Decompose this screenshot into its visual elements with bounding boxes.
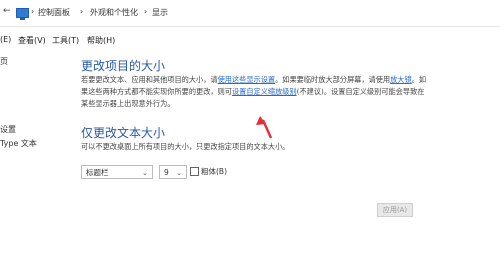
annotation-arrow-icon	[256, 116, 273, 139]
size-dropdown[interactable]: 9 ⌄	[159, 165, 187, 179]
monitor-icon	[16, 8, 29, 20]
breadcrumb-sep: ›	[144, 7, 148, 16]
apply-button[interactable]: 应用(A)	[377, 203, 413, 217]
breadcrumb-appearance[interactable]: 外观和个性化	[90, 7, 138, 18]
item-dropdown-value: 标题栏	[86, 168, 109, 177]
breadcrumb-control-panel[interactable]: 控制面板	[38, 7, 70, 18]
desc-text: 若要更改文本、应用和其他项目的大小，请	[81, 75, 218, 84]
section-description: 若要更改文本、应用和其他项目的大小，请使用这些显示设置。如果要临时放大部分屏幕，…	[81, 74, 431, 110]
menu-tools[interactable]: 工具(T)	[52, 35, 79, 46]
section-title-change-size: 更改项目的大小	[81, 59, 166, 73]
chevron-down-icon: ⌄	[176, 169, 182, 177]
chevron-down-icon: ⌄	[142, 169, 148, 177]
section-title-text-size: 仅更改文本大小	[81, 126, 166, 140]
bold-checkbox[interactable]	[190, 167, 199, 176]
item-dropdown[interactable]: 标题栏 ⌄	[81, 165, 153, 179]
display-settings-link[interactable]: 使用这些显示设置	[218, 75, 276, 84]
menu-edit[interactable]: (E)	[0, 35, 11, 44]
text-size-description: 可以不更改桌面上所有项目的大小，只更改指定项目的文本大小。	[81, 142, 290, 151]
breadcrumb-display[interactable]: 显示	[152, 7, 168, 18]
desc-text: 。如果要临时放大部分屏幕，请使用	[275, 75, 391, 84]
back-arrow-icon[interactable]: ←	[3, 7, 11, 16]
sidebar-item-cleartype[interactable]: Type 文本	[0, 138, 37, 149]
sidebar-item-home[interactable]: 页	[0, 56, 8, 67]
size-dropdown-value: 9	[164, 168, 169, 177]
breadcrumb-sep: ›	[31, 7, 35, 16]
magnifier-link[interactable]: 放大镜	[390, 75, 412, 84]
breadcrumb-sep: ›	[80, 7, 84, 16]
bold-checkbox-label: 粗体(B)	[201, 167, 227, 176]
menu-view[interactable]: 查看(V)	[18, 35, 46, 46]
sidebar-item-settings[interactable]: 设置	[0, 124, 16, 135]
custom-scaling-link[interactable]: 设置自定义缩放级别	[232, 87, 297, 96]
menu-help[interactable]: 帮助(H)	[87, 35, 115, 46]
menu-bar: (E) 查看(V) 工具(T) 帮助(H)	[0, 32, 500, 48]
address-bar: ← › 控制面板 › 外观和个性化 › 显示	[0, 0, 500, 27]
